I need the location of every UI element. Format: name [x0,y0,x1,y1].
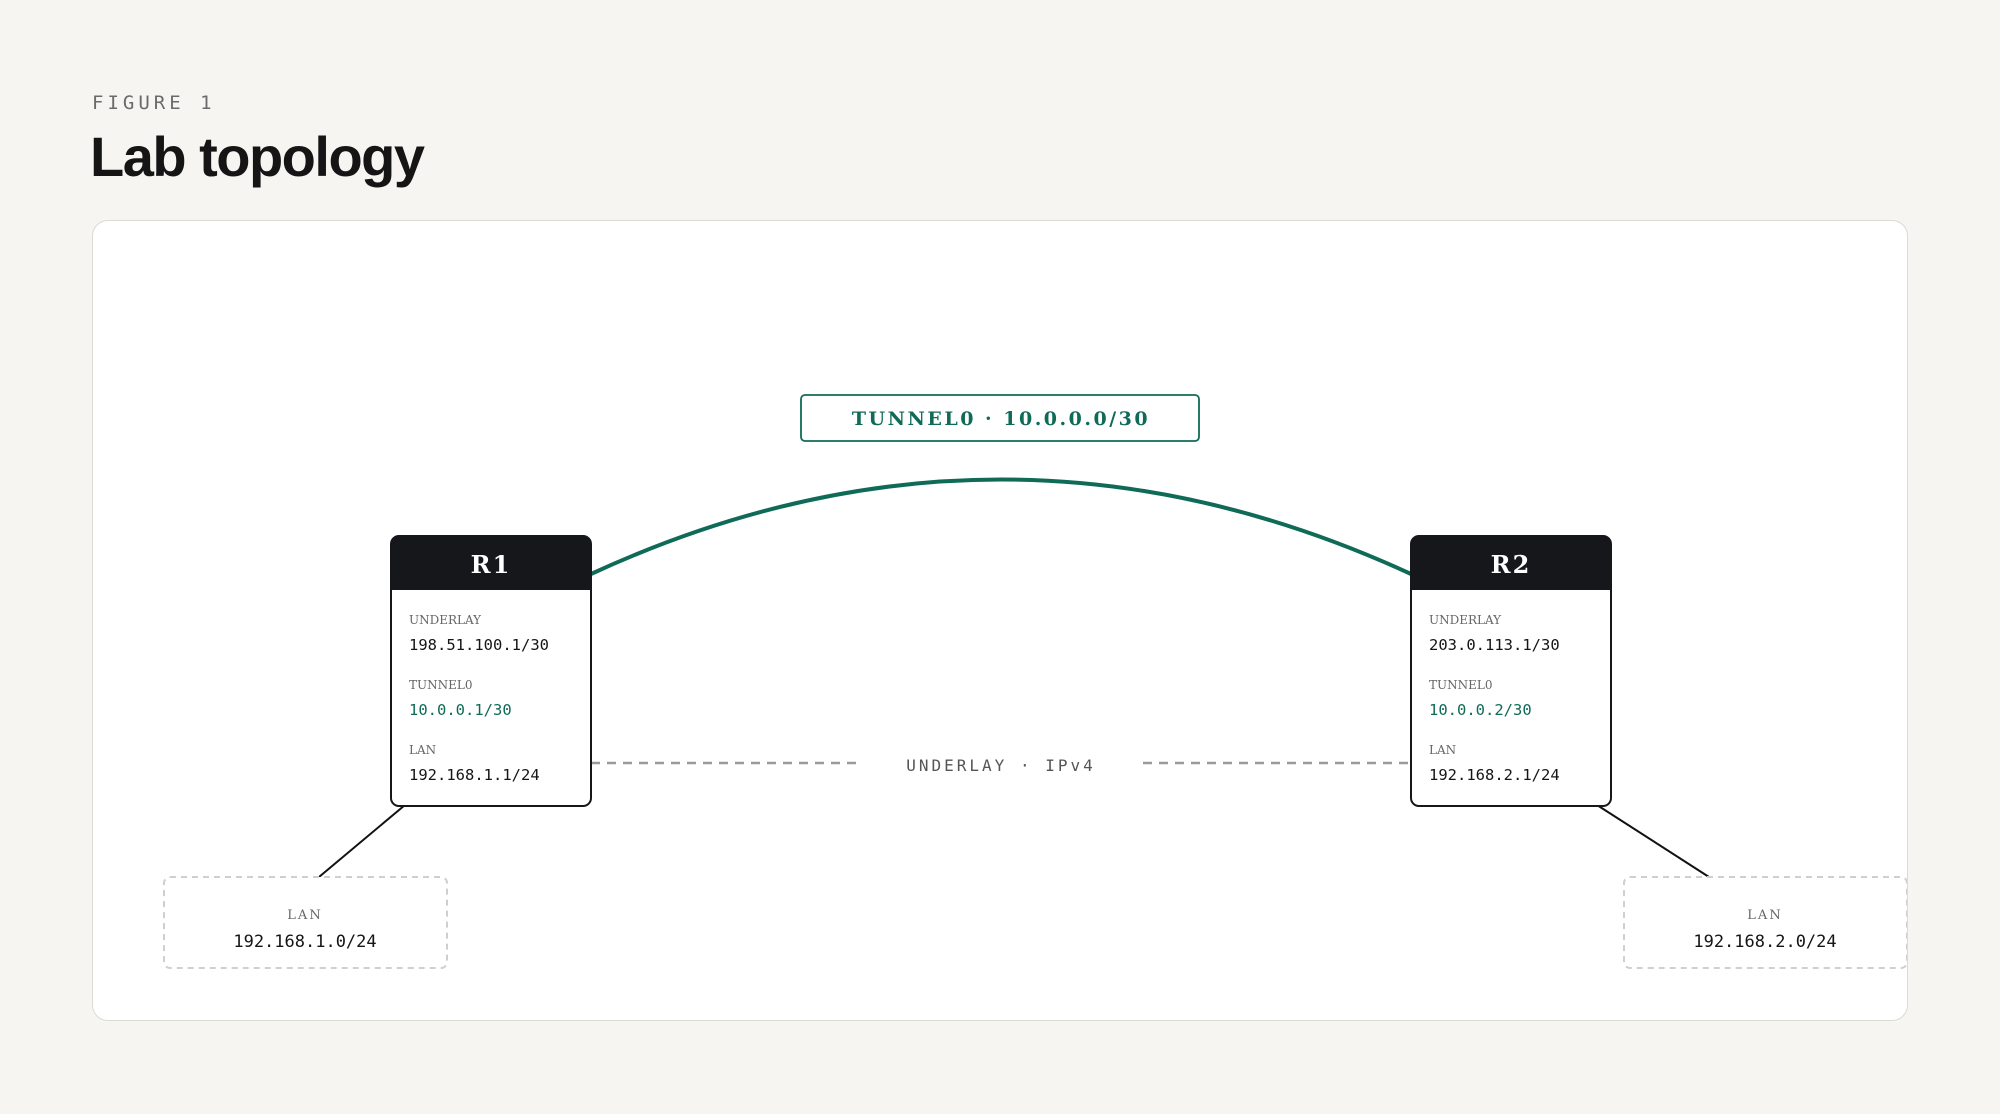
underlay-caption: UNDERLAY [1429,613,1502,627]
lan-subnet: 192.168.2.0/24 [1693,932,1836,952]
tunnel-ip: 10.0.0.1/30 [409,701,512,719]
underlay-ip: 198.51.100.1/30 [409,636,549,654]
lan-box-caption: LAN [287,908,322,923]
tunnel-ip: 10.0.0.2/30 [1429,701,1532,719]
underlay-ip: 203.0.113.1/30 [1429,636,1560,654]
lan-ip: 192.168.2.1/24 [1429,766,1560,784]
router-r2: R2 UNDERLAY 203.0.113.1/30 TUNNEL0 10.0.… [1410,535,1612,807]
lan-segment-1: LAN 192.168.1.0/24 [163,876,448,969]
underlay-label: UNDERLAY · IPv4 [906,756,1096,775]
lan-ip: 192.168.1.1/24 [409,766,540,784]
figure-eyebrow: FIGURE 1 [92,92,216,114]
tunnel-caption: TUNNEL0 [409,678,472,692]
router-r1: R1 UNDERLAY 198.51.100.1/30 TUNNEL0 10.0… [390,535,592,807]
diagram-panel: TUNNEL0 · 10.0.0.0/30 UNDERLAY · IPv4 R1… [92,220,1908,1021]
tunnel-link [590,477,1412,576]
lan-subnet: 192.168.1.0/24 [233,932,376,952]
topology-diagram: TUNNEL0 · 10.0.0.0/30 UNDERLAY · IPv4 R1… [163,394,1907,969]
lan-link-r1 [318,804,406,878]
underlay-caption: UNDERLAY [409,613,482,627]
router-name: R1 [471,550,512,579]
lan-caption: LAN [409,743,436,757]
lan-segment-2: LAN 192.168.2.0/24 [1623,876,1907,969]
page-title: Lab topology [90,125,425,188]
lan-box-caption: LAN [1747,908,1782,923]
lan-link-r2 [1596,804,1710,878]
tunnel-caption: TUNNEL0 [1429,678,1492,692]
tunnel-label: TUNNEL0 · 10.0.0.0/30 [852,408,1150,430]
router-name: R2 [1491,550,1532,579]
lan-caption: LAN [1429,743,1456,757]
